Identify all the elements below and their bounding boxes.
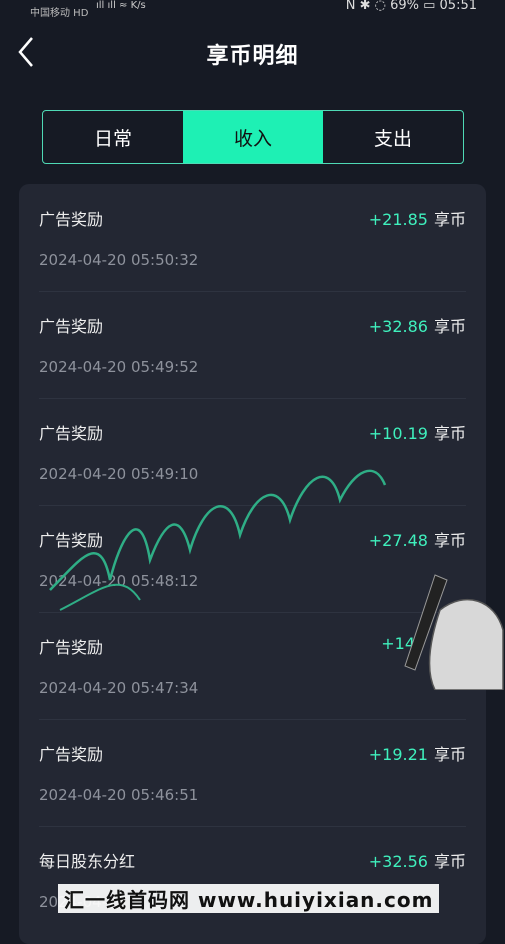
amount-value: +32.56 [368,852,428,871]
list-item: 广告奖励 +14 2024-04-20 05:47:34 [39,612,466,720]
amount-unit: 享币 [433,745,466,764]
record-amount: +27.48 享币 [369,527,466,551]
record-amount: +32.86 享币 [369,313,466,337]
amount-unit: 享币 [433,852,466,871]
record-name: 每日股东分红 [39,852,136,871]
record-amount: +32.56 享币 [369,848,466,872]
record-name: 广告奖励 [39,424,104,443]
record-amount: +21.85 享币 [369,206,466,230]
record-name: 广告奖励 [39,317,104,336]
record-name: 广告奖励 [39,531,104,550]
amount-value: +27.48 [368,531,428,550]
amount-value: +14 [381,634,415,653]
page-title: 享币明细 [206,44,299,69]
record-name: 广告奖励 [39,638,104,657]
record-amount: +10.19 享币 [369,420,466,444]
list-item: 广告奖励 +10.19 享币 2024-04-20 05:49:10 [39,398,466,506]
amount-unit: 享币 [433,424,466,443]
record-amount: +14 [381,634,421,653]
list-item: 广告奖励 +21.85 享币 2024-04-20 05:50:32 [39,184,466,292]
list-item: 广告奖励 +32.86 享币 2024-04-20 05:49:52 [39,291,466,399]
record-name: 广告奖励 [39,210,104,229]
amount-value: +21.85 [368,210,428,229]
header: 享币明细 [0,20,505,84]
amount-value: +19.21 [368,745,428,764]
record-time: 2024-04-20 05:49:10 [39,465,199,483]
status-right: N ✱ ◌ 69% ▭ 05:51 [345,0,477,13]
record-time: 2024-04-20 05:50:32 [39,251,199,269]
record-time: 2024-04-20 05:46:51 [39,786,199,804]
amount-unit: 享币 [433,531,466,550]
record-name: 广告奖励 [39,745,104,764]
tab-daily[interactable]: 日常 [43,111,183,163]
record-amount: +19.21 享币 [369,741,466,765]
record-list: 广告奖励 +21.85 享币 2024-04-20 05:50:32 广告奖励 +… [19,184,486,944]
amount-value: +10.19 [368,424,428,443]
tab-expense[interactable]: 支出 [323,111,463,163]
tab-income[interactable]: 收入 [183,111,323,163]
amount-unit: 享币 [433,317,466,336]
amount-value: +32.86 [368,317,428,336]
carrier-label: 中国移动 HD [30,8,89,19]
tab-bar: 日常 收入 支出 [42,110,464,164]
signal-icon: ıll ıll ≈ K/s [96,0,146,11]
record-time: 2024-04-20 05:48:12 [39,572,199,590]
record-time: 2024-04-20 05:47:34 [39,679,199,697]
record-time: 2024-04-20 05:49:52 [39,358,199,376]
list-item: 广告奖励 +27.48 享币 2024-04-20 05:48:12 [39,505,466,613]
status-bar: 中国移动 HD ıll ıll ≈ K/s N ✱ ◌ 69% ▭ 05:51 [0,0,505,20]
amount-unit: 享币 [433,210,466,229]
watermark-label: 汇一线首码网 www.huiyixian.com [58,884,440,913]
list-item: 广告奖励 +19.21 享币 2024-04-20 05:46:51 [39,719,466,827]
